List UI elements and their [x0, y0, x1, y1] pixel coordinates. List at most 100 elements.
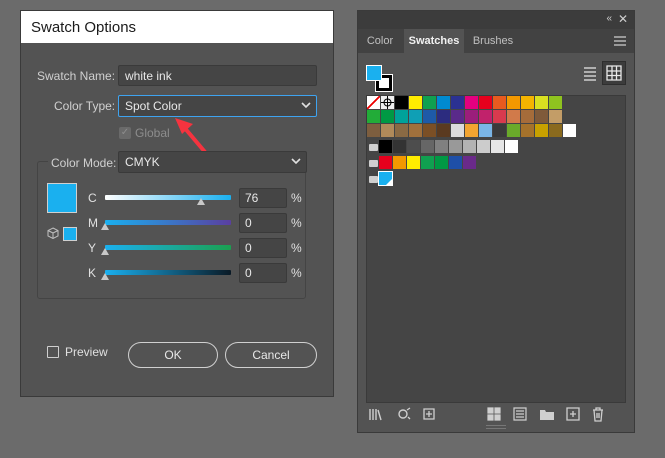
- swatch[interactable]: [449, 156, 462, 169]
- swatch-name-input[interactable]: white ink: [118, 65, 317, 86]
- swatch[interactable]: [437, 96, 450, 109]
- ok-button[interactable]: OK: [128, 342, 218, 368]
- cancel-button[interactable]: Cancel: [225, 342, 317, 368]
- swatch[interactable]: [435, 140, 448, 153]
- swatch[interactable]: [451, 124, 464, 137]
- swatch[interactable]: [393, 156, 406, 169]
- preview-checkbox[interactable]: [47, 346, 59, 358]
- swatch[interactable]: [409, 96, 422, 109]
- swatch[interactable]: [507, 110, 520, 123]
- swatch[interactable]: [395, 96, 408, 109]
- swatch[interactable]: [465, 110, 478, 123]
- swatch[interactable]: [507, 124, 520, 137]
- swatch[interactable]: [521, 110, 534, 123]
- swatch[interactable]: [395, 124, 408, 137]
- swatch[interactable]: [493, 124, 506, 137]
- swatch[interactable]: [521, 124, 534, 137]
- color-type-dropdown[interactable]: Spot Color: [118, 95, 317, 117]
- white-ink-spot-swatch[interactable]: [378, 171, 393, 186]
- in-gamut-color-swatch[interactable]: [63, 227, 77, 241]
- registration-swatch[interactable]: [381, 96, 394, 109]
- swatch[interactable]: [549, 124, 562, 137]
- swatch[interactable]: [465, 124, 478, 137]
- swatch[interactable]: [451, 96, 464, 109]
- new-swatch-icon[interactable]: [565, 406, 581, 422]
- channel-slider-thumb[interactable]: [101, 223, 109, 230]
- swatch[interactable]: [479, 96, 492, 109]
- swatch[interactable]: [535, 96, 548, 109]
- swatch[interactable]: [451, 110, 464, 123]
- channel-slider-thumb[interactable]: [196, 198, 205, 205]
- swatch[interactable]: [535, 124, 548, 137]
- global-checkbox[interactable]: ✓: [119, 127, 131, 139]
- channel-slider-track[interactable]: [105, 220, 231, 225]
- swatch[interactable]: [421, 156, 434, 169]
- swatch[interactable]: [437, 124, 450, 137]
- swatch[interactable]: [409, 110, 422, 123]
- swatch[interactable]: [491, 140, 504, 153]
- swatch[interactable]: [407, 140, 420, 153]
- panel-menu-icon[interactable]: [614, 36, 626, 46]
- swatch[interactable]: [381, 124, 394, 137]
- channel-slider-thumb[interactable]: [101, 248, 109, 255]
- resize-handle[interactable]: [486, 425, 506, 429]
- swatch[interactable]: [479, 124, 492, 137]
- tab-brushes[interactable]: Brushes: [466, 29, 520, 53]
- swatch[interactable]: [463, 140, 476, 153]
- channel-value-input[interactable]: 76: [239, 188, 287, 208]
- swatch[interactable]: [421, 140, 434, 153]
- swatch[interactable]: [379, 156, 392, 169]
- channel-value-input[interactable]: 0: [239, 263, 287, 283]
- swatch[interactable]: [507, 96, 520, 109]
- color-group-folder-icon[interactable]: [369, 176, 378, 183]
- swatch[interactable]: [393, 140, 406, 153]
- swatch[interactable]: [437, 110, 450, 123]
- swatch[interactable]: [449, 140, 462, 153]
- new-color-group-icon[interactable]: [539, 406, 555, 422]
- swatch[interactable]: [493, 110, 506, 123]
- grid-view-button[interactable]: [602, 61, 626, 85]
- delete-swatch-icon[interactable]: [590, 406, 606, 422]
- swatch[interactable]: [423, 96, 436, 109]
- swatch[interactable]: [423, 124, 436, 137]
- swatch[interactable]: [381, 110, 394, 123]
- channel-slider-thumb[interactable]: [101, 273, 109, 280]
- swatch[interactable]: [535, 110, 548, 123]
- list-view-icon[interactable]: [582, 65, 598, 81]
- fill-stroke-indicator[interactable]: [366, 65, 394, 92]
- channel-value-input[interactable]: 0: [239, 213, 287, 233]
- swatch[interactable]: [435, 156, 448, 169]
- none-swatch[interactable]: [367, 96, 380, 109]
- channel-slider-track[interactable]: [105, 270, 231, 275]
- tab-swatches[interactable]: Swatches: [404, 29, 464, 53]
- color-group-folder-icon[interactable]: [369, 160, 378, 167]
- channel-value-input[interactable]: 0: [239, 238, 287, 258]
- swatch[interactable]: [549, 110, 562, 123]
- show-swatch-kinds-icon[interactable]: [396, 406, 412, 422]
- channel-slider-track[interactable]: [105, 195, 231, 200]
- swatch[interactable]: [463, 156, 476, 169]
- swatch[interactable]: [367, 110, 380, 123]
- swatch[interactable]: [477, 140, 490, 153]
- swatch[interactable]: [493, 96, 506, 109]
- swatch[interactable]: [409, 124, 422, 137]
- swatch[interactable]: [465, 96, 478, 109]
- swatch[interactable]: [395, 110, 408, 123]
- color-mode-dropdown[interactable]: CMYK: [118, 151, 307, 173]
- channel-slider-track[interactable]: [105, 245, 231, 250]
- swatch[interactable]: [367, 124, 380, 137]
- swatch-libraries-icon[interactable]: [368, 406, 384, 422]
- swatch[interactable]: [505, 140, 518, 153]
- swatch[interactable]: [423, 110, 436, 123]
- swatch[interactable]: [479, 110, 492, 123]
- swatch[interactable]: [563, 124, 576, 137]
- swatch[interactable]: [521, 96, 534, 109]
- swatch-options-icon[interactable]: [486, 406, 502, 422]
- swatch[interactable]: [407, 156, 420, 169]
- close-icon[interactable]: ✕: [618, 12, 628, 26]
- color-group-icon[interactable]: [512, 406, 528, 422]
- collapse-icon[interactable]: «: [606, 13, 612, 24]
- tab-color[interactable]: Color: [358, 29, 402, 53]
- swatch[interactable]: [379, 140, 392, 153]
- import-swatches-icon[interactable]: [421, 406, 437, 422]
